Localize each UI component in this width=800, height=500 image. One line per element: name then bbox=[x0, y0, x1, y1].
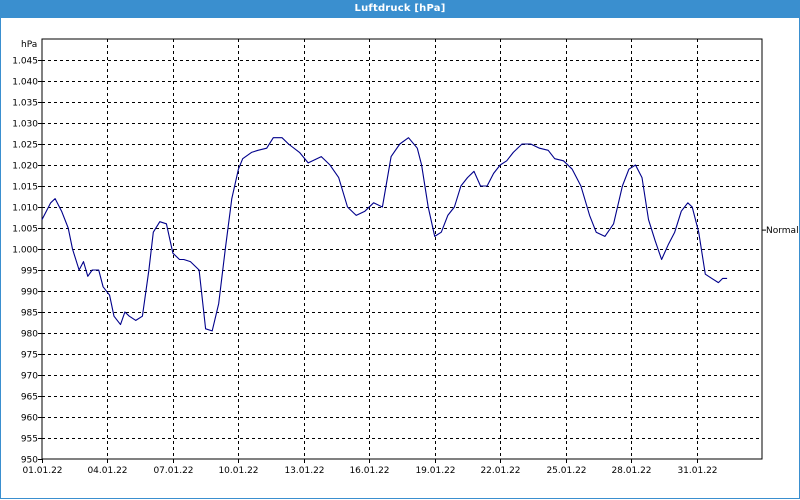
x-tick-label: 10.01.22 bbox=[218, 466, 258, 476]
y-tick-label: 965 bbox=[21, 393, 38, 403]
y-tick-label: 960 bbox=[21, 414, 38, 424]
y-tick-label: 975 bbox=[21, 351, 38, 361]
y-tick-label: 1.045 bbox=[12, 57, 38, 67]
y-tick-label: 1.040 bbox=[12, 78, 38, 88]
window-title: Luftdruck [hPa] bbox=[0, 0, 800, 18]
y-tick-label: 1.010 bbox=[12, 204, 38, 214]
reference-label: Normal bbox=[766, 226, 799, 236]
x-tick-label: 04.01.22 bbox=[87, 466, 127, 476]
y-axis-ticks: 950 955 960 965 970 975 980 985 990 995 1.000 1.005… bbox=[12, 57, 42, 466]
y-tick-label: 970 bbox=[21, 372, 38, 382]
y-tick-label: 1.035 bbox=[12, 99, 38, 109]
x-tick-label: 13.01.22 bbox=[284, 466, 324, 476]
x-tick-label: 25.01.22 bbox=[546, 466, 586, 476]
y-tick-label: 985 bbox=[21, 309, 38, 319]
y-tick-label: 1.030 bbox=[12, 120, 38, 130]
grid bbox=[42, 39, 762, 459]
chart-frame: hPa 950 955 960 965 970 975 980 985 990 995 1.000 1… bbox=[0, 18, 800, 499]
x-tick-label: 31.01.22 bbox=[677, 466, 717, 476]
y-axis-label: hPa bbox=[21, 40, 37, 50]
pressure-series-line bbox=[41, 137, 728, 332]
x-tick-label: 19.01.22 bbox=[415, 466, 455, 476]
y-tick-label: 980 bbox=[21, 330, 38, 340]
y-tick-label: 1.015 bbox=[12, 183, 38, 193]
x-tick-label: 22.01.22 bbox=[480, 466, 520, 476]
y-tick-label: 1.000 bbox=[12, 246, 38, 256]
pressure-chart: hPa 950 955 960 965 970 975 980 985 990 995 1.000 1… bbox=[12, 38, 799, 476]
x-tick-label: 01.01.22 bbox=[22, 466, 62, 476]
y-tick-label: 1.025 bbox=[12, 141, 38, 151]
y-tick-label: 990 bbox=[21, 288, 38, 298]
x-tick-label: 16.01.22 bbox=[349, 466, 389, 476]
y-tick-label: 955 bbox=[21, 435, 38, 445]
y-tick-label: 1.020 bbox=[12, 162, 38, 172]
reference-line: Normal bbox=[762, 226, 799, 236]
y-tick-label: 995 bbox=[21, 267, 38, 277]
y-tick-label: 950 bbox=[21, 456, 38, 466]
x-axis-ticks: 01.01.22 04.01.22 07.01.22 10.01.22 13.01.22… bbox=[22, 459, 718, 476]
series-group bbox=[41, 137, 728, 332]
x-tick-label: 28.01.22 bbox=[611, 466, 651, 476]
y-tick-label: 1.005 bbox=[12, 225, 38, 235]
x-tick-label: 07.01.22 bbox=[153, 466, 193, 476]
